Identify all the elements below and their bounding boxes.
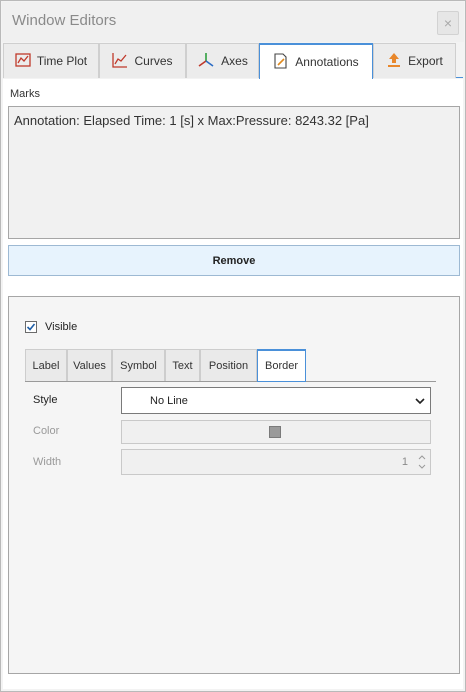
style-dropdown[interactable]: No Line xyxy=(121,387,431,414)
tab-label: Curves xyxy=(134,54,173,68)
visible-label: Visible xyxy=(45,321,78,333)
property-tabs: Label Values Symbol Text Position Border xyxy=(25,349,436,382)
subtab-symbol[interactable]: Symbol xyxy=(112,349,165,381)
annotations-panel: Marks Annotation: Elapsed Time: 1 [s] x … xyxy=(3,79,463,689)
annotation-properties: Visible Label Values Symbol Text Positio… xyxy=(8,296,460,674)
export-icon xyxy=(386,52,402,71)
axes-icon xyxy=(197,52,215,71)
remove-button[interactable]: Remove xyxy=(8,245,460,276)
tab-annotations[interactable]: Annotations xyxy=(259,43,373,79)
style-label: Style xyxy=(33,394,58,406)
color-picker xyxy=(121,420,431,444)
color-swatch xyxy=(269,426,281,438)
subtab-border[interactable]: Border xyxy=(257,349,306,382)
tab-time-plot[interactable]: Time Plot xyxy=(3,43,99,78)
time-plot-icon xyxy=(15,52,31,71)
tab-label: Annotations xyxy=(295,55,359,69)
width-spinbox: 1 xyxy=(121,449,431,475)
marks-label: Marks xyxy=(10,88,40,100)
marks-list[interactable]: Annotation: Elapsed Time: 1 [s] x Max:Pr… xyxy=(8,106,460,239)
curves-icon xyxy=(112,52,128,71)
tab-export[interactable]: Export xyxy=(373,43,456,78)
tab-label: Time Plot xyxy=(36,54,88,68)
window-title: Window Editors xyxy=(12,12,117,29)
checkmark-icon xyxy=(26,323,36,331)
tab-curves[interactable]: Curves xyxy=(99,43,186,78)
subtab-position[interactable]: Position xyxy=(200,349,257,381)
editor-tabs: Time Plot Curves Axes Annotations Export xyxy=(3,43,463,79)
close-button[interactable]: × xyxy=(437,11,459,35)
subtab-text[interactable]: Text xyxy=(165,349,200,381)
window-editors: Window Editors × Time Plot Curves Axes A… xyxy=(0,0,466,692)
title-bar: Window Editors × xyxy=(2,2,464,42)
close-icon: × xyxy=(443,15,453,31)
tab-label: Axes xyxy=(221,54,248,68)
spin-arrows-icon xyxy=(417,452,427,472)
width-value: 1 xyxy=(401,456,408,468)
subtab-label[interactable]: Label xyxy=(25,349,67,381)
color-label: Color xyxy=(33,425,60,437)
visible-checkbox[interactable] xyxy=(25,321,37,333)
annotation-icon xyxy=(273,52,289,72)
width-label: Width xyxy=(33,456,62,468)
tab-axes[interactable]: Axes xyxy=(186,43,259,78)
chevron-down-icon xyxy=(415,396,425,408)
list-item[interactable]: Annotation: Elapsed Time: 1 [s] x Max:Pr… xyxy=(14,113,369,128)
subtab-values[interactable]: Values xyxy=(67,349,112,381)
visible-toggle[interactable]: Visible xyxy=(25,321,77,333)
tab-label: Export xyxy=(408,54,443,68)
style-value: No Line xyxy=(150,395,188,407)
